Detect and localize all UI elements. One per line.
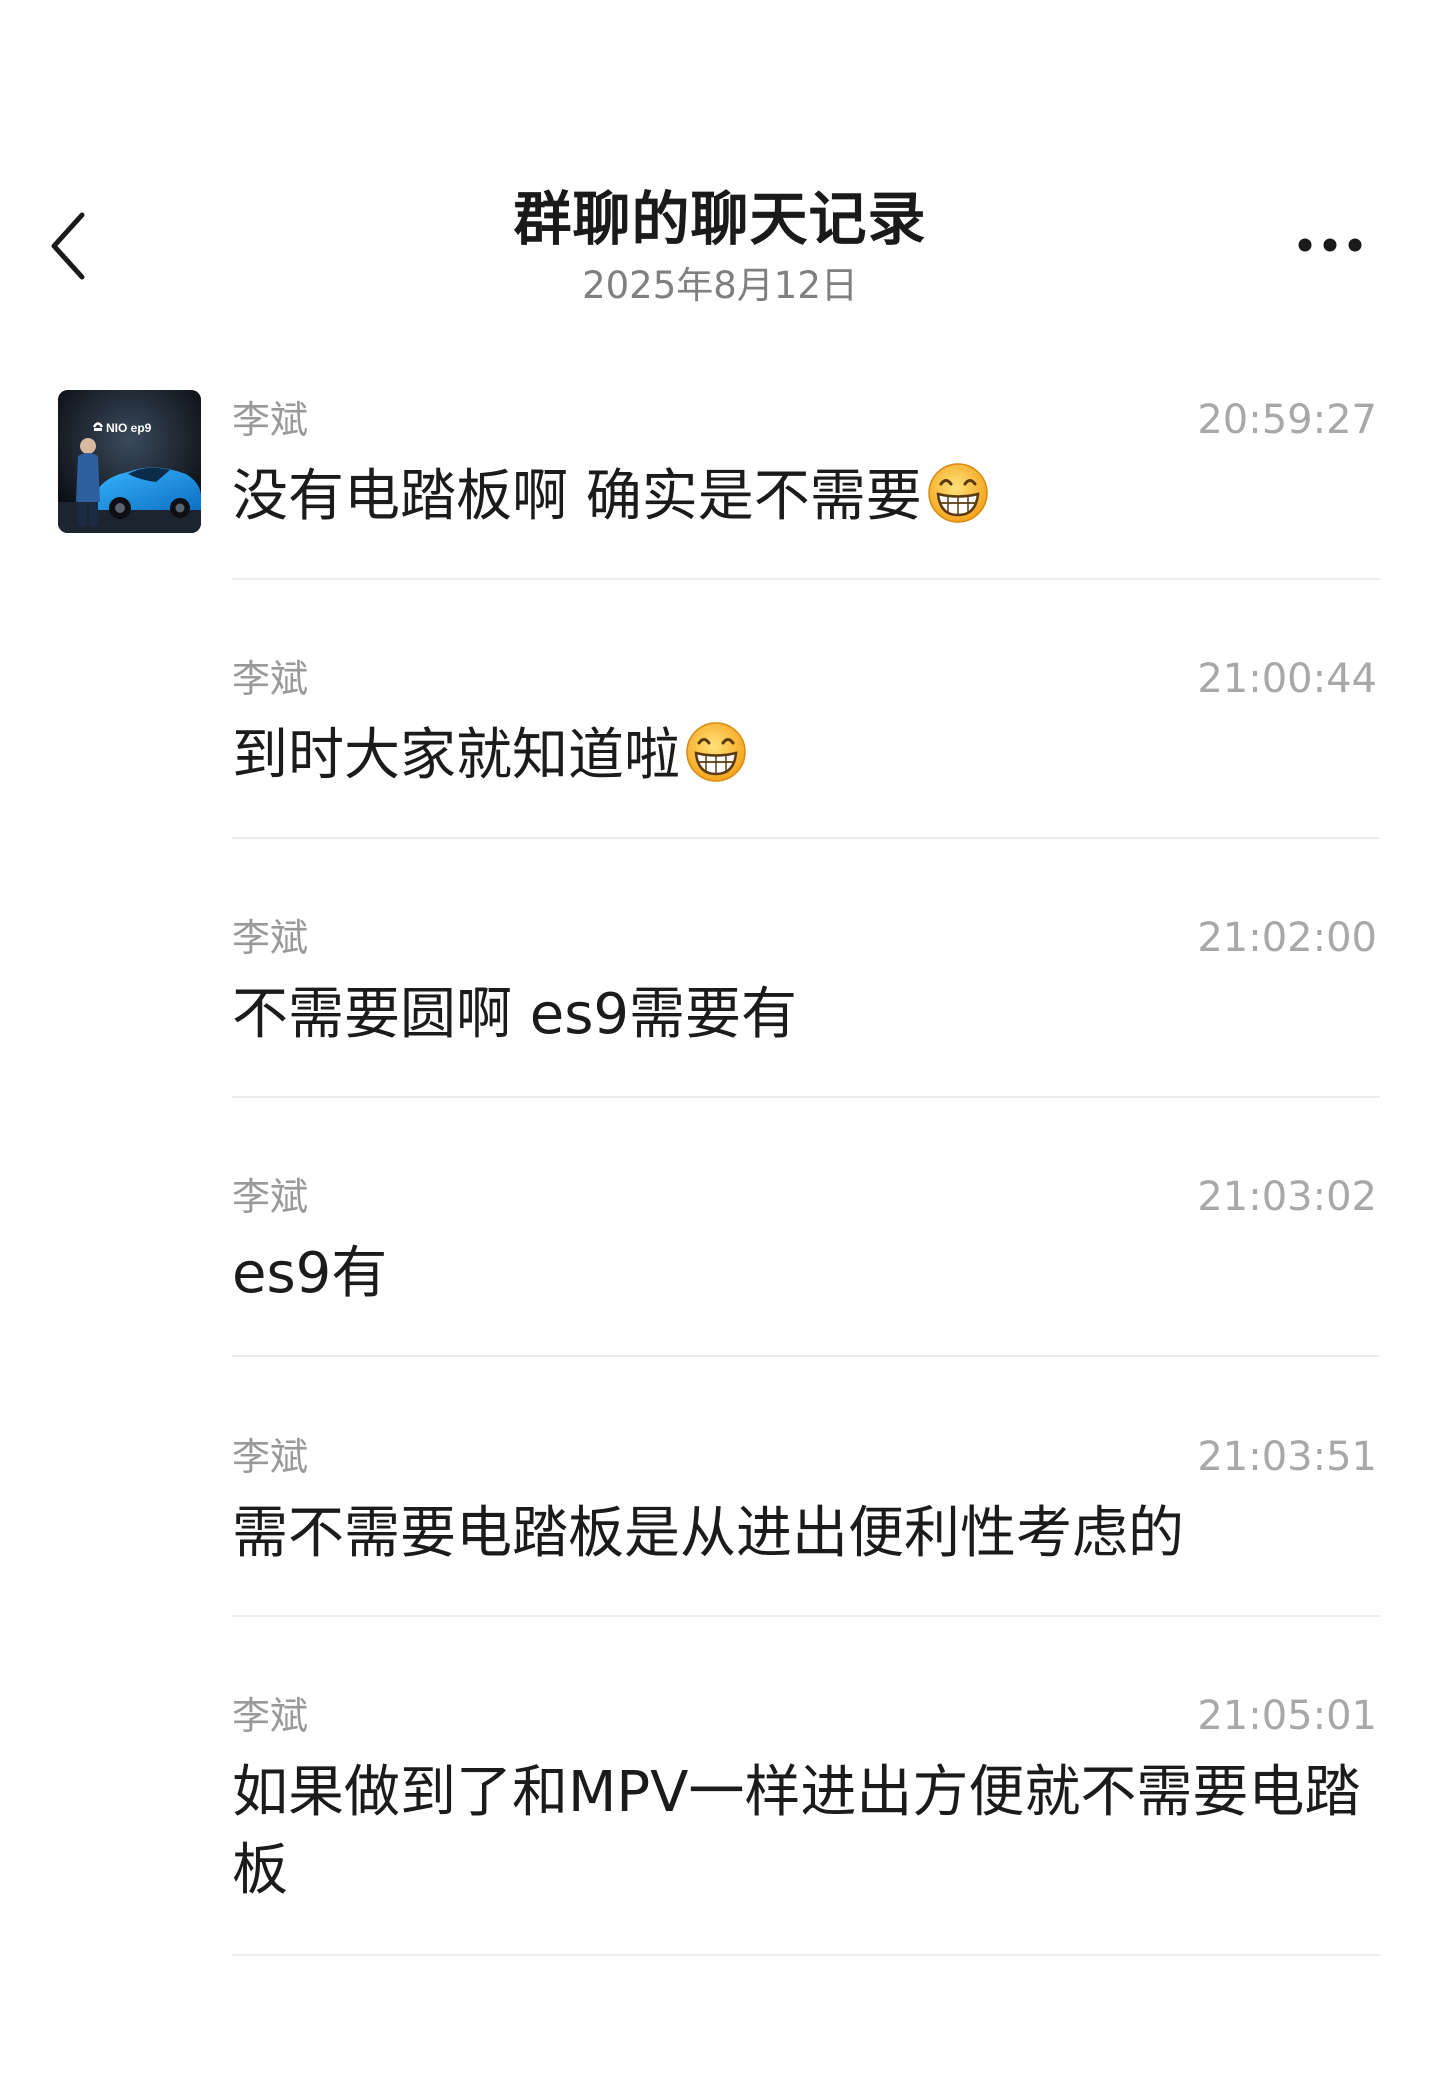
message-text-content: 到时大家就知道啦 <box>232 723 680 788</box>
page-title: 群聊的聊天记录 <box>513 185 927 253</box>
message-time: 21:03:02 <box>1197 1174 1377 1220</box>
message-time: 20:59:27 <box>1197 397 1377 443</box>
grinning-face-emoji <box>686 722 746 782</box>
message-divider <box>232 1615 1380 1617</box>
message-time: 21:05:01 <box>1197 1693 1377 1739</box>
message-item: 李斌 21:03:02 es9有 <box>232 1173 1380 1357</box>
message-divider <box>232 1096 1380 1098</box>
message-item: 李斌 20:59:27 没有电踏板啊 确实是不需要 <box>232 396 1380 580</box>
message-item: 李斌 21:03:51 需不需要电踏板是从进出便利性考虑的 <box>232 1433 1380 1617</box>
message-sender: 李斌 <box>232 1694 309 1738</box>
message-time: 21:00:44 <box>1197 656 1377 702</box>
message-sender: 李斌 <box>232 1175 309 1219</box>
message-text[interactable]: 不需要圆啊 es9需要有 <box>232 976 1362 1054</box>
message-divider <box>232 578 1380 580</box>
message-sender: 李斌 <box>232 657 309 701</box>
message-divider <box>232 837 1380 839</box>
message-text[interactable]: es9有 <box>232 1235 1362 1313</box>
chat-record-header: 群聊的聊天记录 2025年8月12日 <box>0 0 1440 330</box>
message-text-content: 没有电踏板啊 确实是不需要 <box>232 464 922 529</box>
avatar-image: NIO ep9 <box>58 390 201 533</box>
avatar[interactable]: NIO ep9 <box>58 390 201 533</box>
message-item: 李斌 21:00:44 到时大家就知道啦 <box>232 655 1380 839</box>
chat-date: 2025年8月12日 <box>582 264 858 307</box>
more-button[interactable] <box>1290 225 1370 265</box>
message-text[interactable]: 如果做到了和MPV一样进出方便就不需要电踏板 <box>232 1754 1362 1910</box>
message-item: 李斌 21:02:00 不需要圆啊 es9需要有 <box>232 914 1380 1098</box>
message-sender: 李斌 <box>232 916 309 960</box>
grinning-face-emoji <box>928 463 988 523</box>
message-sender: 李斌 <box>232 1435 309 1479</box>
more-horizontal-icon <box>1298 238 1362 252</box>
message-text[interactable]: 到时大家就知道啦 <box>232 717 1362 795</box>
message-item: 李斌 21:05:01 如果做到了和MPV一样进出方便就不需要电踏板 <box>232 1692 1380 1957</box>
message-time: 21:03:51 <box>1197 1434 1377 1480</box>
message-sender: 李斌 <box>232 398 309 442</box>
message-time: 21:02:00 <box>1197 915 1377 961</box>
message-text[interactable]: 需不需要电踏板是从进出便利性考虑的 <box>232 1495 1362 1573</box>
message-divider <box>232 1954 1380 1956</box>
message-divider <box>232 1355 1380 1357</box>
message-text[interactable]: 没有电踏板啊 确实是不需要 <box>232 458 1362 536</box>
avatar-brand-text: NIO ep9 <box>106 421 152 435</box>
